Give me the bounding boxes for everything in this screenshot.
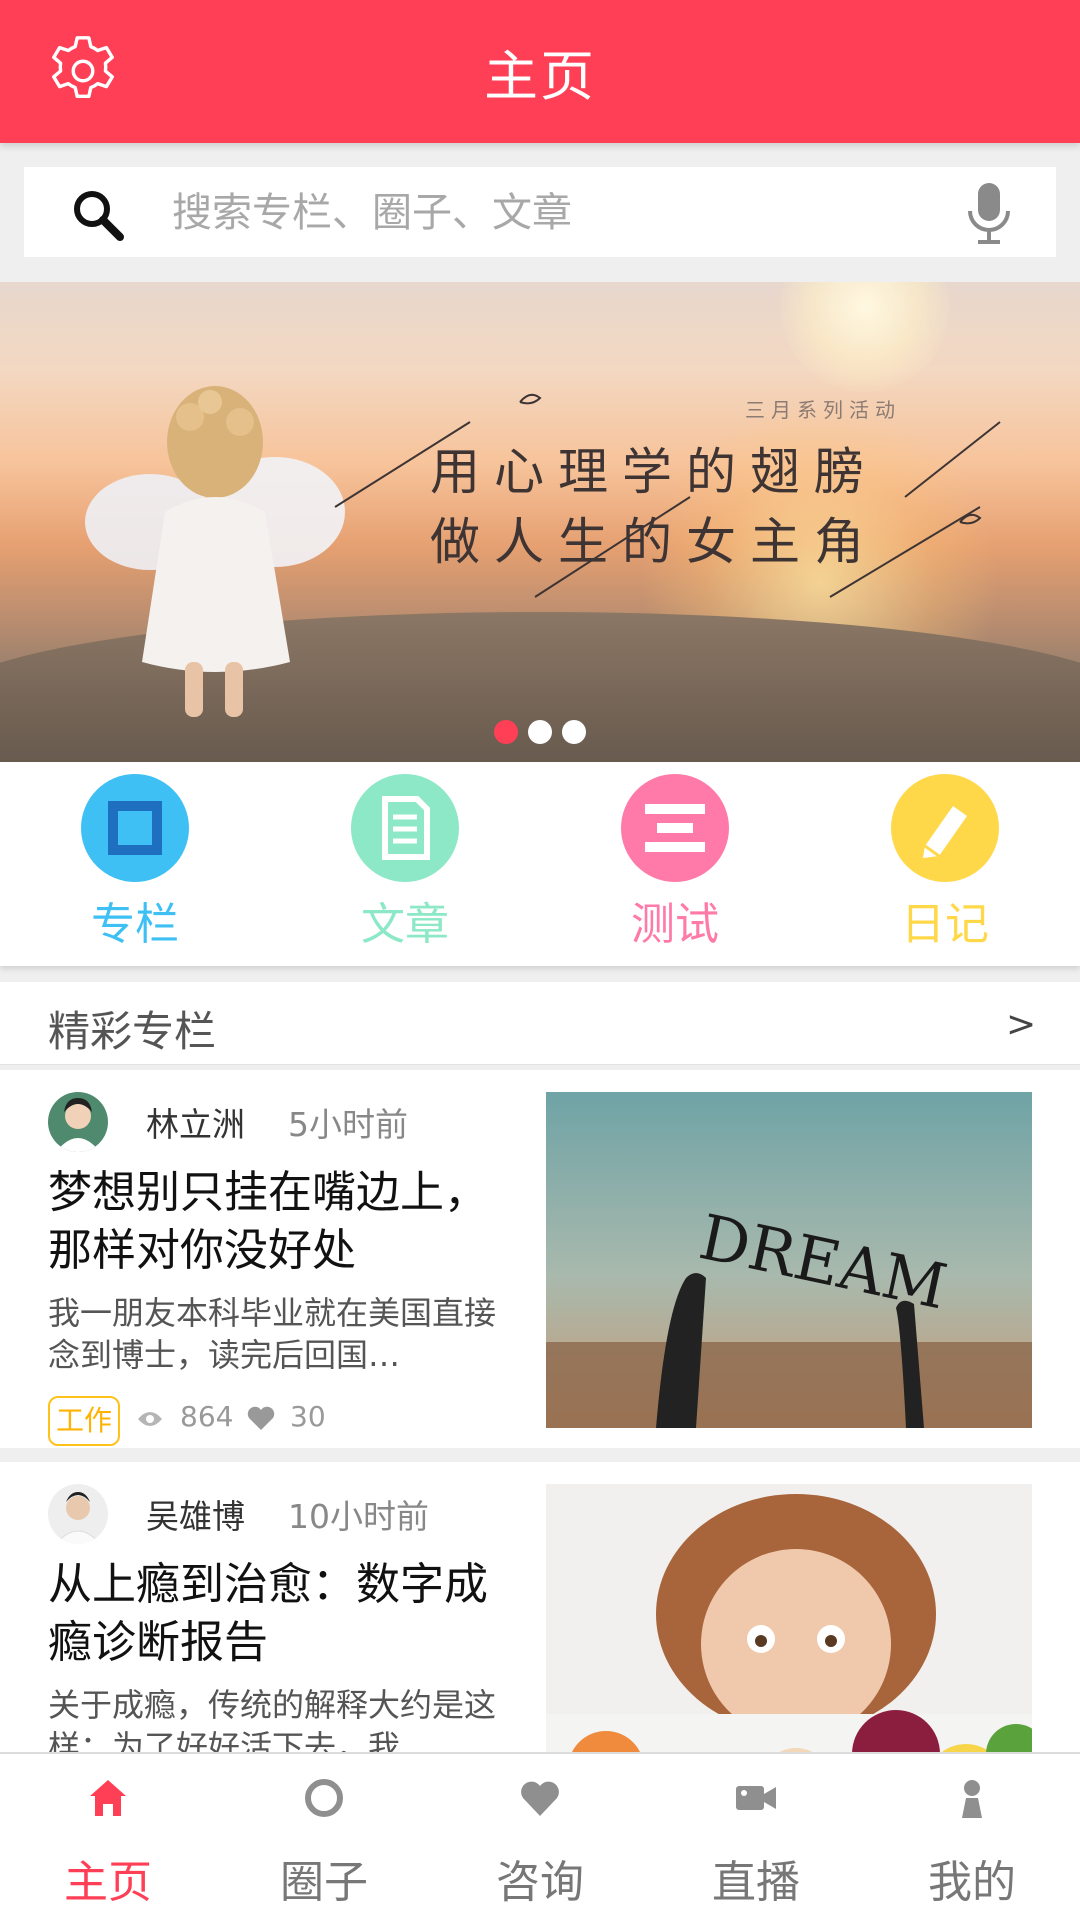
avatar[interactable]: [48, 1092, 108, 1152]
author-name[interactable]: 林立洲: [146, 1098, 245, 1146]
article-meta: 工作 864 30: [48, 1396, 468, 1448]
nav-label: 圈子: [280, 1857, 368, 1908]
category-label: 专栏: [91, 899, 179, 950]
category-shortcuts: 专栏 文章 测试 日记: [0, 762, 1080, 966]
nav-profile[interactable]: 我的: [864, 1754, 1080, 1922]
banner-headline-1: 用心理学的翅膀: [430, 443, 878, 501]
carousel-dot[interactable]: [562, 720, 586, 744]
nav-home[interactable]: 主页: [0, 1754, 216, 1922]
like-count: 30: [290, 1400, 326, 1433]
banner-subtitle: 三月系列活动: [745, 398, 901, 422]
search-input[interactable]: [170, 182, 934, 244]
search-bar[interactable]: [24, 167, 1056, 257]
category-label: 测试: [631, 899, 719, 950]
video-camera-icon: [736, 1786, 776, 1810]
carousel-dot-active[interactable]: [494, 720, 518, 744]
heart-icon: [521, 1781, 559, 1816]
banner-headline-2: 做人生的女主角: [430, 513, 878, 571]
post-time: 10小时前: [288, 1497, 429, 1536]
category-column[interactable]: 专栏: [0, 762, 270, 966]
article-title[interactable]: 从上瘾到治愈：数字成瘾诊断报告: [48, 1556, 528, 1672]
test-list-icon: [621, 774, 729, 882]
circle-icon: [305, 1779, 343, 1817]
column-square-icon: [81, 774, 189, 882]
article-excerpt: 我一朋友本科毕业就在美国直接念到博士，读完后回国…: [48, 1294, 497, 1374]
article-thumbnail[interactable]: DREAM: [546, 1092, 1032, 1428]
promo-banner[interactable]: 三月系列活动 用心理学的翅膀 做人生的女主角: [0, 282, 1080, 762]
featured-columns-header[interactable]: 精彩专栏 >: [0, 982, 1080, 1065]
nav-circle[interactable]: 圈子: [216, 1754, 432, 1922]
view-count: 864: [180, 1400, 234, 1433]
category-article[interactable]: 文章: [270, 762, 540, 966]
nav-live[interactable]: 直播: [648, 1754, 864, 1922]
article-document-icon: [351, 774, 459, 882]
article-title[interactable]: 梦想别只挂在嘴边上，那样对你没好处: [48, 1164, 528, 1280]
nav-label: 直播: [712, 1857, 800, 1908]
category-label: 日记: [901, 899, 989, 950]
author-name[interactable]: 吴雄博: [146, 1490, 245, 1538]
gear-icon[interactable]: [44, 32, 122, 110]
top-bar: 主页: [0, 0, 1080, 143]
microphone-icon[interactable]: [964, 181, 1014, 245]
topic-tag[interactable]: 工作: [48, 1396, 121, 1446]
nav-label: 主页: [64, 1857, 152, 1908]
home-icon: [90, 1780, 126, 1816]
page-title: 主页: [484, 45, 596, 108]
more-chevron-icon[interactable]: >: [1006, 1004, 1036, 1045]
carousel-indicator: [0, 720, 1080, 746]
post-time: 5小时前: [288, 1105, 408, 1144]
nav-consult[interactable]: 咨询: [432, 1754, 648, 1922]
person-icon: [962, 1780, 982, 1818]
section-title: 精彩专栏: [48, 1007, 217, 1056]
category-diary[interactable]: 日记: [810, 762, 1080, 966]
diary-pencil-icon: [891, 774, 999, 882]
avatar[interactable]: [48, 1484, 108, 1544]
eye-icon: [138, 1412, 162, 1426]
article-card[interactable]: 林立洲 5小时前 梦想别只挂在嘴边上，那样对你没好处 我一朋友本科毕业就在美国直…: [0, 1070, 1080, 1448]
heart-icon[interactable]: [246, 1404, 276, 1432]
bottom-navigation: 主页 圈子 咨询 直播 我的: [0, 1752, 1080, 1922]
category-test[interactable]: 测试: [540, 762, 810, 966]
category-label: 文章: [361, 899, 449, 950]
search-icon[interactable]: [70, 187, 126, 243]
nav-label: 咨询: [496, 1857, 584, 1908]
nav-label: 我的: [928, 1857, 1016, 1908]
carousel-dot[interactable]: [528, 720, 552, 744]
